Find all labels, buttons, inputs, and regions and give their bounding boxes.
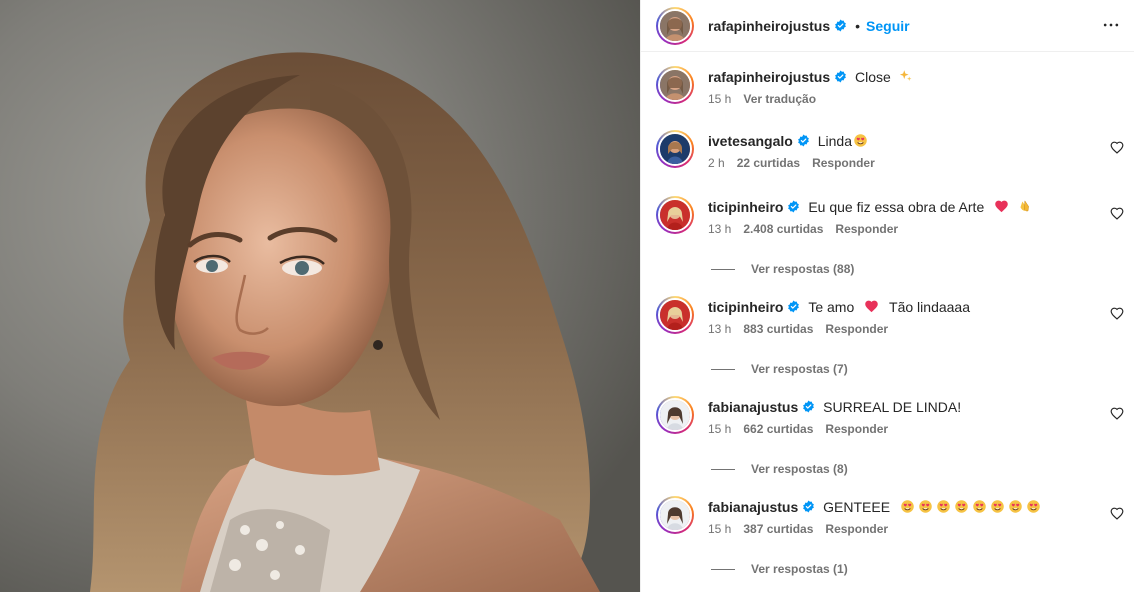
caption-time: 15 h	[708, 92, 732, 106]
comment-username[interactable]: fabianajustus	[708, 499, 798, 515]
heart-outline-icon[interactable]	[1110, 307, 1124, 321]
heart-eyes-emoji-icon	[973, 500, 986, 513]
reply-button[interactable]: Responder	[825, 422, 888, 436]
view-replies-label: Ver respostas (8)	[751, 462, 848, 476]
comments-panel: rafapinheirojustus • Seguir rafapinheiro…	[640, 0, 1134, 592]
commenter-avatar[interactable]	[656, 196, 694, 234]
heart-outline-icon[interactable]	[1110, 507, 1124, 521]
author-username[interactable]: rafapinheirojustus	[708, 18, 830, 34]
replies-divider	[711, 568, 735, 570]
red-heart-emoji-icon	[995, 200, 1008, 213]
comment-time: 2 h	[708, 156, 725, 170]
commenter-avatar[interactable]	[656, 396, 694, 434]
post-photo	[0, 0, 640, 592]
heart-eyes-emoji-icon	[991, 500, 1004, 513]
view-replies-button[interactable]: Ver respostas (1)	[711, 562, 848, 576]
heart-outline-icon[interactable]	[1110, 141, 1124, 155]
commenter-avatar[interactable]	[656, 130, 694, 168]
translate-link[interactable]: Ver tradução	[743, 92, 816, 106]
verified-badge-icon	[835, 70, 847, 83]
clapping-hands-emoji-icon	[1020, 200, 1029, 212]
commenter-avatar[interactable]	[656, 296, 694, 334]
heart-eyes-emoji-icon	[919, 500, 932, 513]
view-replies-label: Ver respostas (1)	[751, 562, 848, 576]
verified-badge-icon	[803, 400, 815, 413]
caption-text: Close	[855, 69, 891, 85]
replies-divider	[711, 468, 735, 470]
verified-badge-icon	[797, 134, 809, 147]
heart-eyes-emoji-icon	[1009, 500, 1022, 513]
commenter-avatar[interactable]	[656, 496, 694, 534]
comment-username[interactable]: ivetesangalo	[708, 133, 793, 149]
comment-likes[interactable]: 2.408 curtidas	[743, 222, 823, 236]
heart-eyes-emoji-icon	[955, 500, 968, 513]
verified-badge-icon	[788, 200, 800, 213]
comment-time: 13 h	[708, 322, 732, 336]
reply-button[interactable]: Responder	[825, 322, 888, 336]
heart-eyes-emoji-icon	[1027, 500, 1040, 513]
post-header: rafapinheirojustus • Seguir	[641, 0, 1134, 52]
more-options-icon[interactable]	[1101, 15, 1121, 35]
heart-eyes-emoji-icon	[901, 500, 914, 513]
comment-text: Linda	[817, 133, 852, 149]
verified-badge-icon	[803, 500, 815, 513]
comment-text-continued: Tão lindaaaa	[889, 299, 970, 315]
author-avatar[interactable]	[656, 6, 694, 45]
heart-eyes-emoji-icon	[854, 134, 867, 147]
reply-button[interactable]: Responder	[812, 156, 875, 170]
comment-username[interactable]: ticipinheiro	[708, 199, 783, 215]
view-replies-label: Ver respostas (7)	[751, 362, 848, 376]
reply-button[interactable]: Responder	[825, 522, 888, 536]
follow-button[interactable]: Seguir	[866, 18, 910, 34]
comment-time: 15 h	[708, 422, 732, 436]
comment-likes[interactable]: 22 curtidas	[737, 156, 800, 170]
portrait-image	[0, 0, 640, 592]
comment-text: GENTEEE	[823, 499, 891, 515]
header-separator: •	[855, 17, 861, 34]
replies-divider	[711, 368, 735, 370]
verified-badge-icon	[788, 300, 800, 313]
reply-button[interactable]: Responder	[835, 222, 898, 236]
comment-text: Eu que fiz essa obra de Arte	[808, 199, 985, 215]
caption-avatar[interactable]	[656, 66, 694, 104]
heart-eyes-emoji-icon	[937, 500, 950, 513]
view-replies-button[interactable]: Ver respostas (7)	[711, 362, 848, 376]
comment-time: 15 h	[708, 522, 732, 536]
comment-text: Te amo	[808, 299, 855, 315]
heart-outline-icon[interactable]	[1110, 207, 1124, 221]
sparkles-icon	[899, 70, 912, 81]
replies-divider	[711, 268, 735, 270]
comment-likes[interactable]: 883 curtidas	[743, 322, 813, 336]
caption-username[interactable]: rafapinheirojustus	[708, 69, 830, 85]
view-replies-label: Ver respostas (88)	[751, 262, 855, 276]
red-heart-emoji-icon	[865, 300, 878, 313]
comment-likes[interactable]: 662 curtidas	[743, 422, 813, 436]
comment-username[interactable]: ticipinheiro	[708, 299, 783, 315]
comment-username[interactable]: fabianajustus	[708, 399, 798, 415]
comment-text: SURREAL DE LINDA!	[823, 399, 962, 415]
comment-time: 13 h	[708, 222, 732, 236]
heart-outline-icon[interactable]	[1110, 407, 1124, 421]
comment-likes[interactable]: 387 curtidas	[743, 522, 813, 536]
verified-badge-icon	[835, 19, 847, 32]
view-replies-button[interactable]: Ver respostas (8)	[711, 462, 848, 476]
view-replies-button[interactable]: Ver respostas (88)	[711, 262, 854, 276]
heart-eyes-emoji-row	[894, 499, 1041, 515]
